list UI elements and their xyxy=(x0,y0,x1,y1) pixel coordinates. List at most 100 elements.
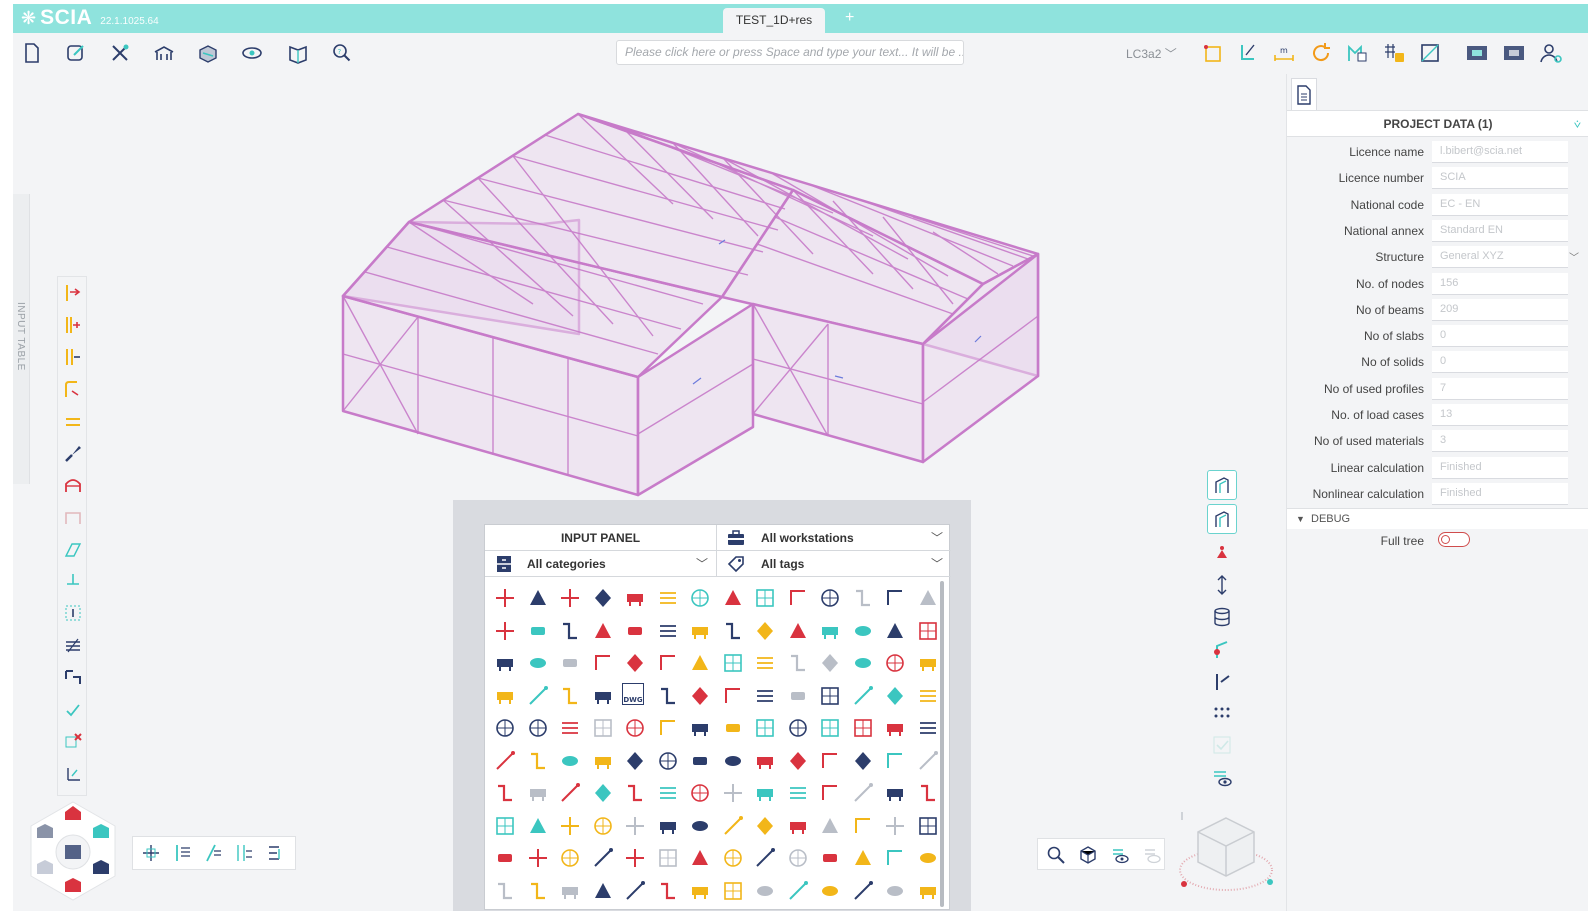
database-icon[interactable] xyxy=(1211,606,1233,628)
input-panel-item-icon[interactable] xyxy=(687,813,713,839)
member-split-icon[interactable] xyxy=(63,347,83,367)
input-panel-item-icon[interactable] xyxy=(720,780,746,806)
property-value[interactable]: 13 xyxy=(1432,404,1568,426)
input-panel-item-icon[interactable] xyxy=(817,618,843,644)
input-panel-item-icon[interactable] xyxy=(850,650,876,676)
input-panel-item-icon[interactable] xyxy=(525,780,551,806)
input-panel-item-icon[interactable] xyxy=(590,585,616,611)
input-panel-item-icon[interactable] xyxy=(817,715,843,741)
node-icon[interactable] xyxy=(1201,41,1225,65)
property-value[interactable]: l.bibert@scia.net xyxy=(1432,141,1568,163)
dwg-import-icon[interactable]: DWG xyxy=(622,683,644,705)
input-panel-item-icon[interactable] xyxy=(655,650,681,676)
input-panel-item-icon[interactable] xyxy=(590,683,616,709)
visibility-layers-icon[interactable] xyxy=(1211,766,1233,788)
input-panel-item-icon[interactable] xyxy=(882,813,908,839)
check-icon[interactable] xyxy=(63,699,83,719)
input-panel-item-icon[interactable] xyxy=(687,878,713,904)
input-panel-item-icon[interactable] xyxy=(850,585,876,611)
property-value[interactable]: Standard EN xyxy=(1432,219,1568,242)
input-panel-item-icon[interactable] xyxy=(882,683,908,709)
input-panel-item-icon[interactable] xyxy=(557,715,583,741)
render-hidden-icon[interactable] xyxy=(1142,845,1162,865)
input-panel-item-icon[interactable] xyxy=(687,650,713,676)
input-panel-item-icon[interactable] xyxy=(850,813,876,839)
result-icon[interactable] xyxy=(1345,41,1369,65)
input-panel-item-icon[interactable] xyxy=(785,813,811,839)
workstation-select[interactable]: All workstations ﹀ xyxy=(717,525,951,551)
slab-icon[interactable] xyxy=(63,411,83,431)
input-panel-item-icon[interactable] xyxy=(687,780,713,806)
input-panel-item-icon[interactable] xyxy=(752,780,778,806)
input-panel-item-icon[interactable] xyxy=(817,650,843,676)
input-panel-item-icon[interactable] xyxy=(492,683,518,709)
input-panel-item-icon[interactable] xyxy=(622,715,648,741)
input-panel-item-icon[interactable] xyxy=(785,780,811,806)
grid-a-icon[interactable] xyxy=(1465,41,1489,65)
input-panel-item-icon[interactable] xyxy=(525,683,551,709)
input-panel-item-icon[interactable] xyxy=(525,650,551,676)
debug-section[interactable]: ▼ DEBUG xyxy=(1287,508,1588,529)
property-value[interactable]: Finished xyxy=(1432,482,1568,505)
input-panel-item-icon[interactable] xyxy=(752,748,778,774)
command-input[interactable]: Please click here or press Space and typ… xyxy=(616,40,964,65)
input-panel-item-icon[interactable] xyxy=(525,585,551,611)
input-panel-item-icon[interactable] xyxy=(785,748,811,774)
input-panel-item-icon[interactable] xyxy=(557,845,583,871)
input-panel-item-icon[interactable] xyxy=(622,845,648,871)
input-panel-item-icon[interactable] xyxy=(752,715,778,741)
input-panel-item-icon[interactable] xyxy=(622,780,648,806)
input-panel-item-icon[interactable] xyxy=(785,650,811,676)
category-select[interactable]: All categories ﹀ xyxy=(485,551,717,577)
brush-icon[interactable] xyxy=(63,443,83,463)
input-panel-item-icon[interactable] xyxy=(915,650,941,676)
input-panel-item-icon[interactable] xyxy=(557,780,583,806)
user-icon[interactable] xyxy=(1539,41,1563,65)
input-panel-item-icon[interactable] xyxy=(915,683,941,709)
navigation-wheel[interactable] xyxy=(23,798,123,904)
input-panel-item-icon[interactable] xyxy=(492,748,518,774)
snap-settings-icon[interactable] xyxy=(265,843,285,863)
input-panel-item-icon[interactable] xyxy=(687,845,713,871)
hinge-icon[interactable] xyxy=(1211,638,1233,660)
input-panel-item-icon[interactable] xyxy=(752,813,778,839)
input-panel-item-icon[interactable] xyxy=(525,878,551,904)
zoom-all-icon[interactable] xyxy=(1046,845,1066,865)
input-panel-item-icon[interactable] xyxy=(622,878,648,904)
lock-icon[interactable] xyxy=(1382,41,1406,65)
input-panel-item-icon[interactable] xyxy=(492,813,518,839)
property-value[interactable]: EC - EN xyxy=(1432,193,1568,216)
snap-node-icon[interactable] xyxy=(172,843,192,863)
input-panel-item-icon[interactable] xyxy=(622,585,648,611)
3d-viewport[interactable] xyxy=(293,74,1093,514)
input-panel-item-icon[interactable] xyxy=(752,618,778,644)
input-panel-item-icon[interactable] xyxy=(785,585,811,611)
input-panel-item-icon[interactable] xyxy=(752,683,778,709)
tools-icon[interactable] xyxy=(109,42,131,64)
input-panel-item-icon[interactable] xyxy=(817,748,843,774)
node-support-icon[interactable] xyxy=(1211,542,1233,564)
refresh-icon[interactable] xyxy=(1309,41,1333,65)
input-panel-item-icon[interactable] xyxy=(622,618,648,644)
input-panel-item-icon[interactable] xyxy=(720,618,746,644)
snap-beam-icon[interactable] xyxy=(203,843,223,863)
input-panel-item-icon[interactable] xyxy=(622,650,648,676)
input-panel-item-icon[interactable] xyxy=(557,878,583,904)
collapse-icon[interactable]: ⩒ xyxy=(1574,111,1581,137)
report-icon[interactable] xyxy=(287,42,309,64)
input-panel-item-icon[interactable] xyxy=(720,585,746,611)
frame-icon[interactable] xyxy=(1418,41,1442,65)
profile-icon[interactable] xyxy=(63,667,83,687)
property-value[interactable]: 0 xyxy=(1432,351,1568,374)
input-panel-item-icon[interactable] xyxy=(525,845,551,871)
input-panel-item-icon[interactable] xyxy=(915,845,941,871)
input-panel-item-icon[interactable] xyxy=(915,618,941,644)
input-panel-item-icon[interactable] xyxy=(590,715,616,741)
input-panel-item-icon[interactable] xyxy=(785,878,811,904)
column-add-icon[interactable] xyxy=(63,315,83,335)
input-panel-item-icon[interactable] xyxy=(525,618,551,644)
view-cube[interactable] xyxy=(1176,808,1276,902)
input-panel-item-icon[interactable] xyxy=(557,683,583,709)
input-panel-item-icon[interactable] xyxy=(882,780,908,806)
input-panel-item-icon[interactable] xyxy=(687,748,713,774)
